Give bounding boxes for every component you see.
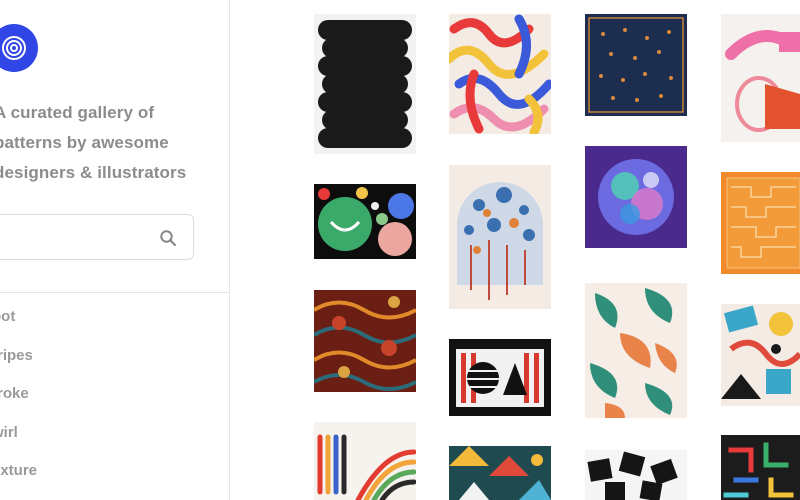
pattern-thumbnail-smiley-circles[interactable] bbox=[314, 184, 416, 259]
category-link[interactable]: exture bbox=[0, 456, 37, 495]
pattern-thumbnail-black-paint-blocks[interactable] bbox=[585, 450, 687, 500]
tagline-line: A curated gallery of bbox=[0, 103, 155, 122]
sidebar: A curated gallery of patterns by awesome… bbox=[0, 0, 230, 500]
pattern-thumbnail-geometric-triangles[interactable] bbox=[449, 446, 551, 500]
pattern-thumbnail-tetris-blocks[interactable] bbox=[721, 435, 800, 500]
pattern-thumbnail-splatter-arch[interactable] bbox=[449, 165, 551, 309]
site-tagline: A curated gallery of patterns by awesome… bbox=[0, 98, 224, 188]
search-input[interactable] bbox=[3, 225, 143, 249]
category-link[interactable]: tripes bbox=[0, 341, 37, 380]
search-box bbox=[0, 214, 194, 260]
pattern-thumbnail-orange-maze[interactable] bbox=[721, 172, 800, 274]
category-link[interactable]: wirl bbox=[0, 418, 37, 457]
pattern-thumbnail-ornate-paisley[interactable] bbox=[314, 290, 416, 392]
pattern-thumbnail-navy-scarf[interactable] bbox=[585, 14, 687, 116]
tagline-line: designers & illustrators bbox=[0, 163, 187, 182]
search-icon[interactable] bbox=[159, 229, 177, 247]
tagline-line: patterns by awesome bbox=[0, 133, 169, 152]
pattern-thumbnail-memphis-collage[interactable] bbox=[721, 304, 800, 406]
category-link[interactable]: troke bbox=[0, 379, 37, 418]
pattern-thumbnail-pink-abstract[interactable] bbox=[721, 14, 800, 142]
category-link[interactable]: pot bbox=[0, 302, 37, 341]
pattern-thumbnail-black-wavy[interactable] bbox=[314, 14, 416, 154]
pattern-thumbnail-black-white-stripes[interactable] bbox=[449, 339, 551, 416]
sidebar-divider bbox=[0, 292, 229, 293]
pattern-thumbnail-leafy-mural[interactable] bbox=[585, 283, 687, 418]
pattern-thumbnail-purple-planet[interactable] bbox=[585, 146, 687, 248]
spiral-logo-icon[interactable] bbox=[0, 24, 38, 72]
category-list: pot tripes troke wirl exture bbox=[0, 302, 37, 495]
pattern-thumbnail-colorful-squiggles[interactable] bbox=[449, 14, 551, 134]
pattern-thumbnail-rainbow-arches[interactable] bbox=[314, 422, 416, 500]
